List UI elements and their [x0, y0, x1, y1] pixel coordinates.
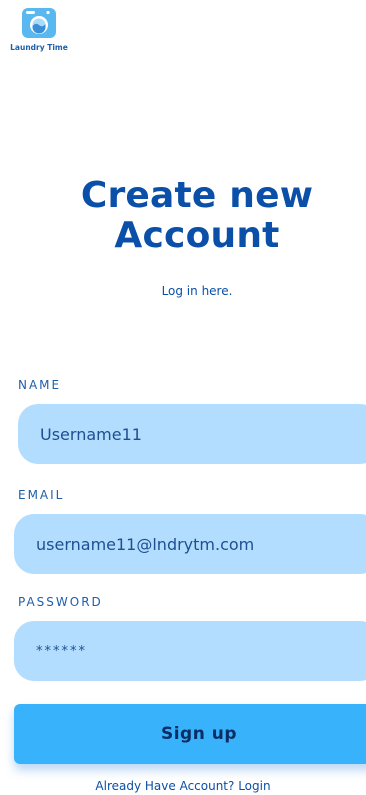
- name-field[interactable]: [18, 404, 366, 464]
- password-input[interactable]: [36, 643, 366, 659]
- page-title-line1: Create new: [80, 175, 314, 216]
- name-input[interactable]: [40, 424, 366, 444]
- email-label: EMAIL: [18, 488, 65, 502]
- email-input[interactable]: [36, 534, 366, 554]
- sign-up-button[interactable]: Sign up: [14, 704, 366, 764]
- email-field[interactable]: [14, 514, 366, 574]
- page-title-line2: Account: [114, 215, 280, 256]
- page-title: Create new Account: [0, 176, 366, 256]
- password-field[interactable]: [14, 621, 366, 681]
- app-logo: Laundry Time: [6, 6, 72, 54]
- login-hint-link[interactable]: Log in here.: [0, 282, 366, 300]
- name-label: NAME: [18, 378, 62, 392]
- password-label: PASSWORD: [18, 595, 103, 609]
- login-link[interactable]: Already Have Account? Login: [0, 778, 366, 794]
- washing-machine-icon: Laundry Time: [10, 8, 68, 52]
- logo-text: Laundry Time: [10, 43, 68, 52]
